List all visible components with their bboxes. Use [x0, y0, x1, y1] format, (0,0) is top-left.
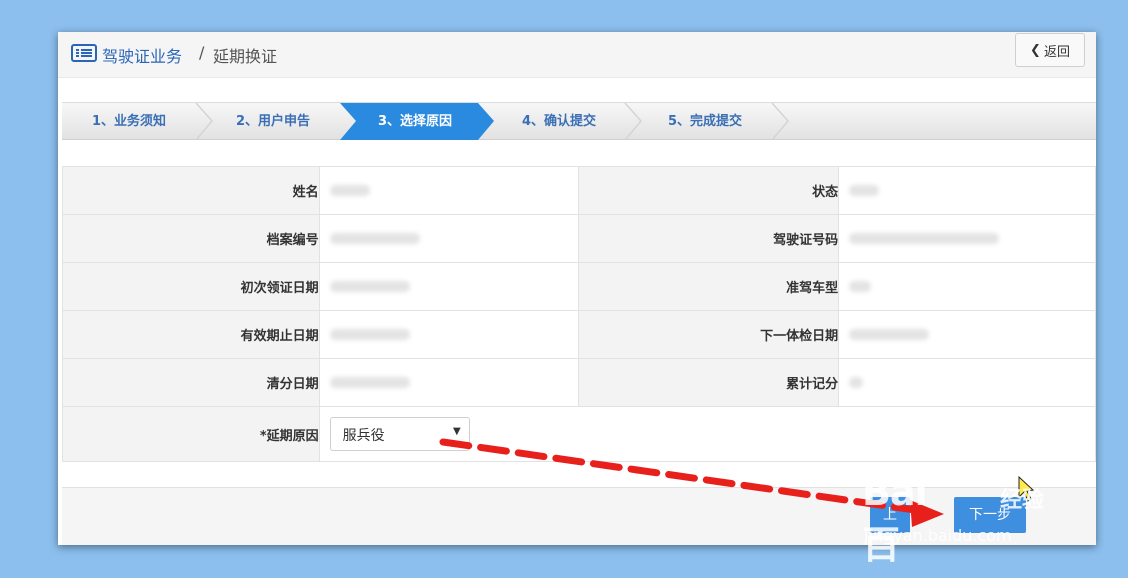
watermark-url: jingyan.baidu.com	[864, 526, 1012, 545]
baidu-logo: Bai 百	[862, 470, 928, 567]
watermark-text: 经验	[1000, 488, 1045, 513]
annotation-arrow	[439, 438, 1035, 527]
